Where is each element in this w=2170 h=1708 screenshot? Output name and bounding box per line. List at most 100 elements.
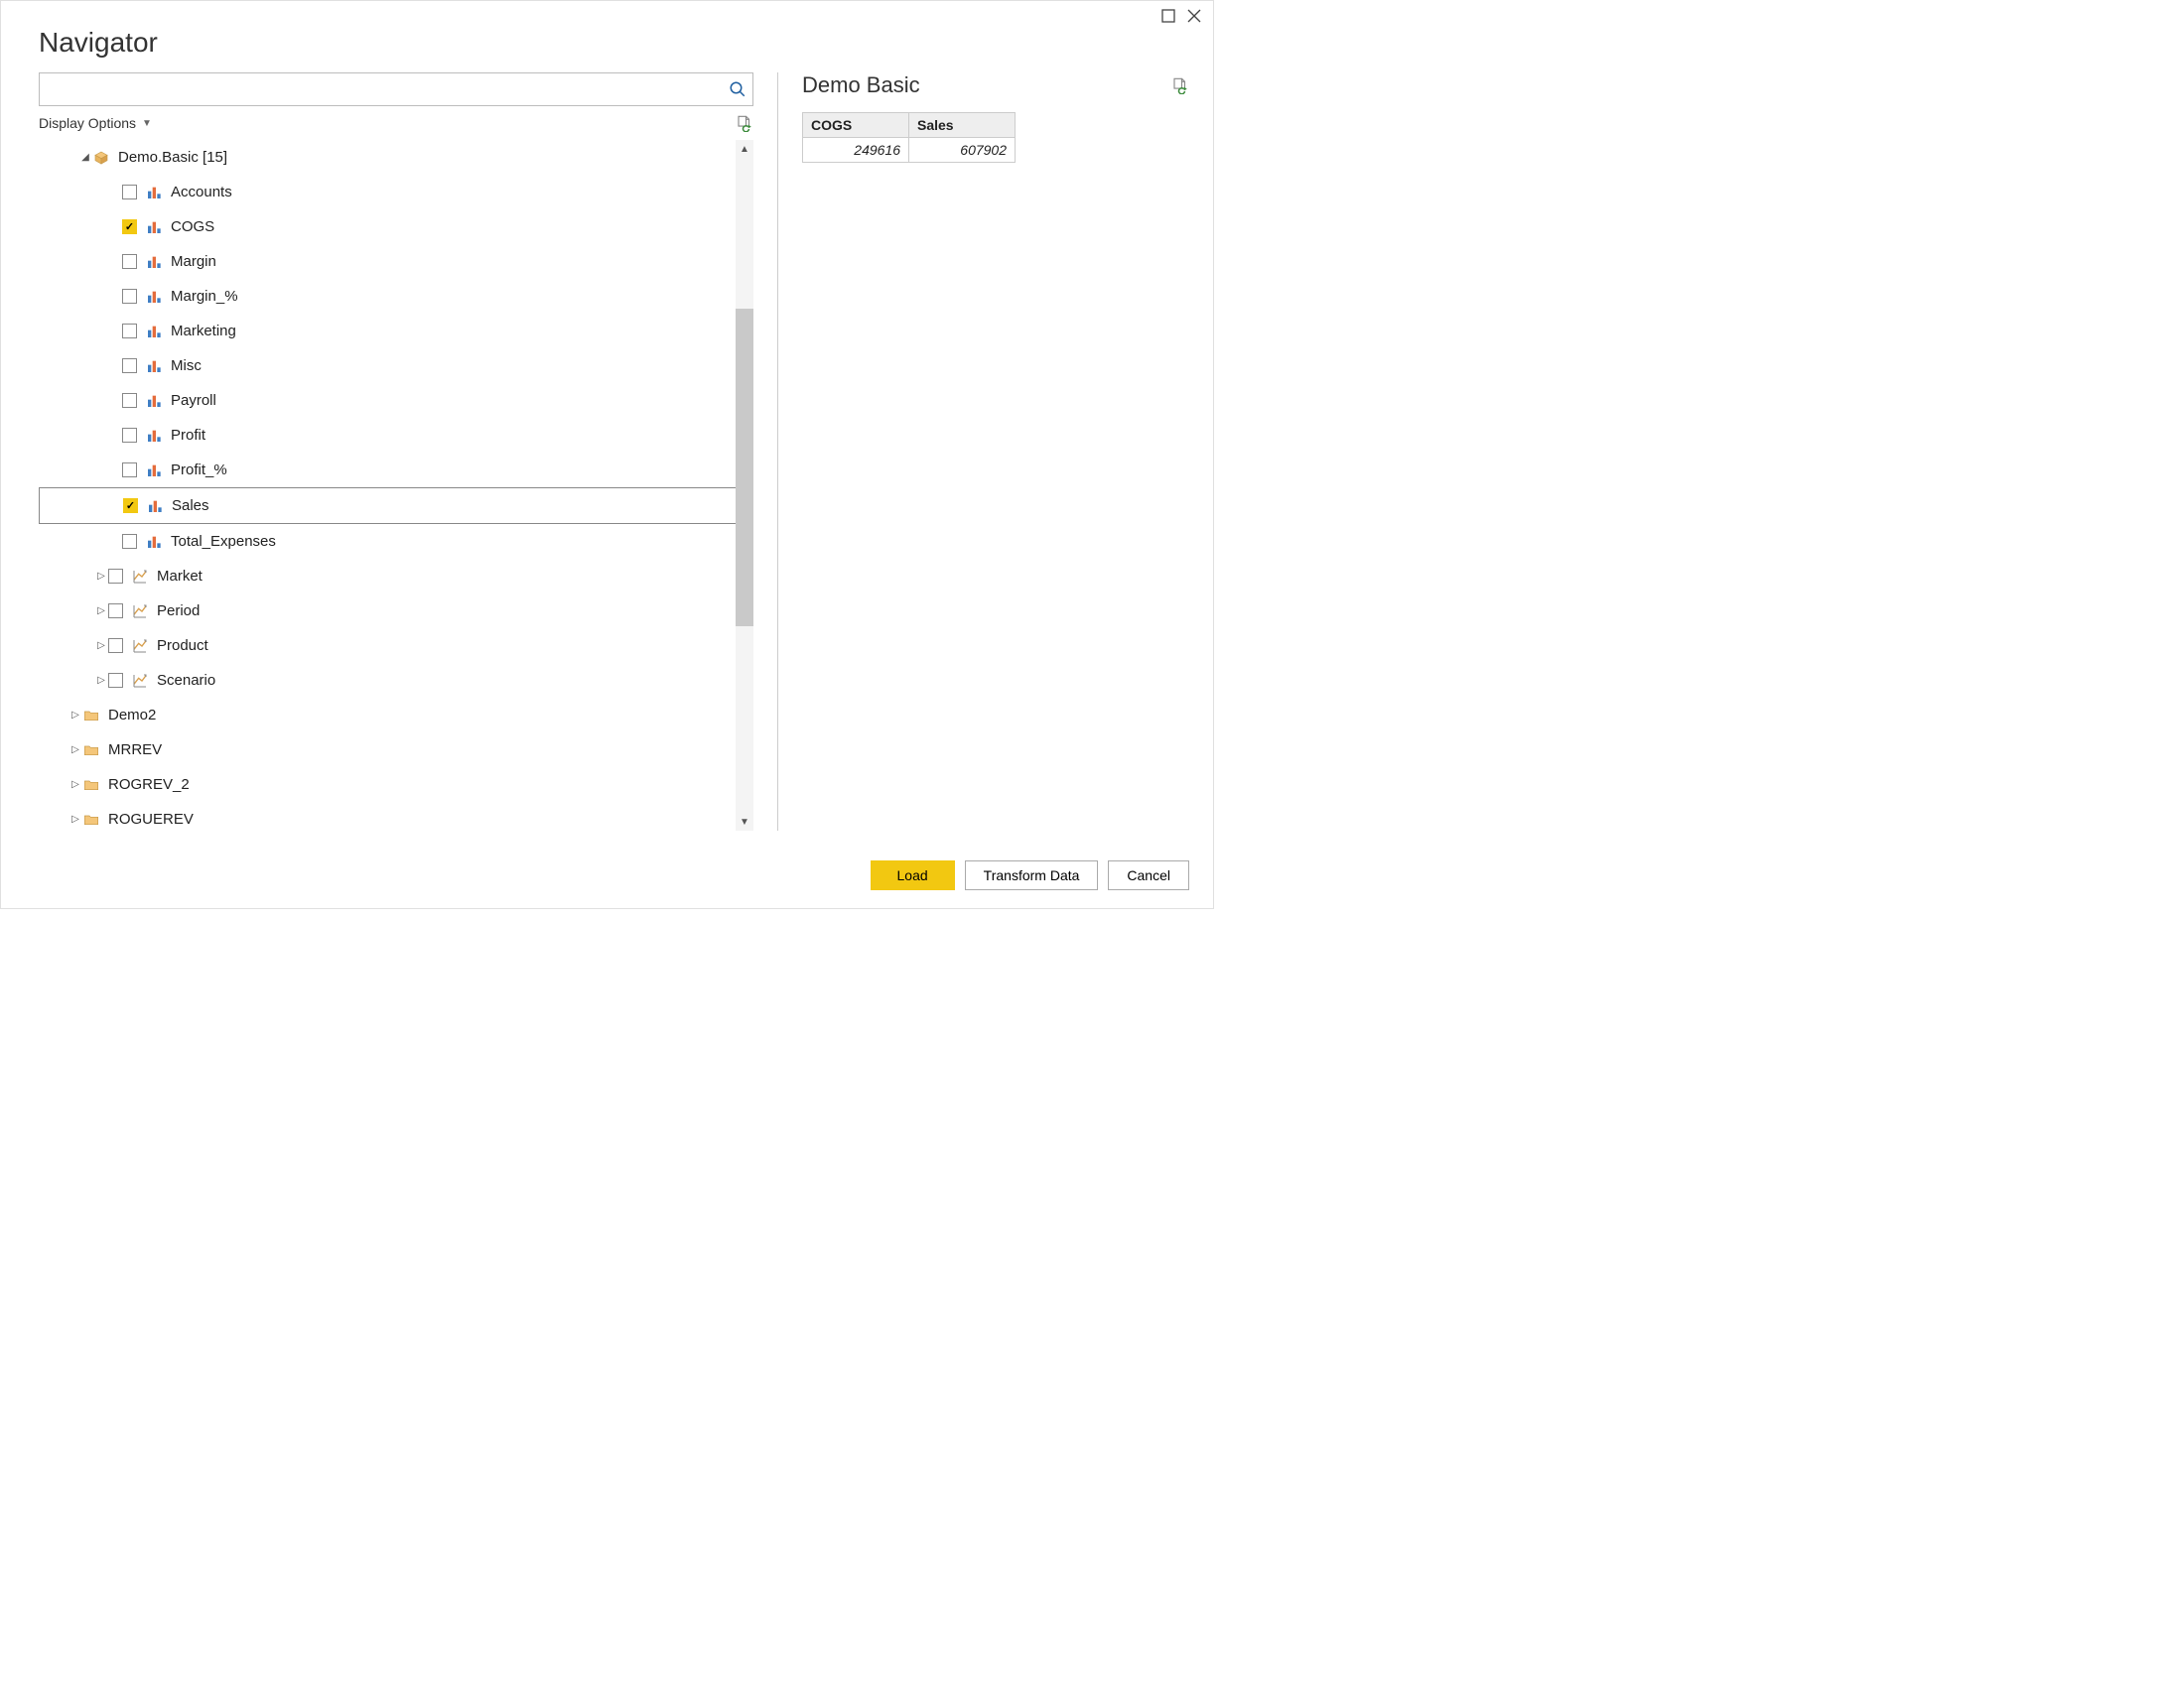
scrollbar[interactable]: ▲ ▼	[736, 140, 753, 831]
tree-item-label: Product	[157, 637, 208, 654]
bars-icon	[145, 462, 163, 478]
checkbox[interactable]	[122, 254, 137, 269]
checkbox[interactable]	[122, 324, 137, 338]
refresh-tree-button[interactable]	[736, 114, 753, 132]
bars-icon	[145, 219, 163, 235]
measure-marketing[interactable]: Marketing	[39, 314, 753, 348]
measure-total_expenses[interactable]: Total_Expenses	[39, 524, 753, 559]
expand-icon[interactable]: ▷	[94, 571, 108, 582]
tree-item-label: Market	[157, 568, 203, 585]
tree-item-label: Demo2	[108, 707, 156, 723]
bars-icon	[145, 358, 163, 374]
dialog-title: Navigator	[1, 27, 1213, 72]
close-button[interactable]	[1181, 5, 1207, 27]
expand-icon[interactable]: ▷	[94, 640, 108, 651]
footer: Load Transform Data Cancel	[1, 851, 1213, 908]
checkbox[interactable]	[108, 673, 123, 688]
search-box[interactable]	[39, 72, 753, 106]
search-icon[interactable]	[729, 80, 746, 98]
titlebar	[1, 1, 1213, 27]
bars-icon	[145, 289, 163, 305]
cell: 607902	[909, 138, 1016, 163]
bars-icon	[145, 254, 163, 270]
tree-item-label: Margin	[171, 253, 216, 270]
folder-icon	[82, 777, 100, 793]
column-header[interactable]: Sales	[909, 113, 1016, 138]
measure-accounts[interactable]: Accounts	[39, 175, 753, 209]
collapse-icon[interactable]: ◢	[78, 152, 92, 163]
chevron-down-icon: ▼	[142, 118, 152, 129]
dim-icon	[131, 603, 149, 619]
folder-icon	[82, 708, 100, 723]
measure-payroll[interactable]: Payroll	[39, 383, 753, 418]
maximize-icon	[1161, 9, 1175, 23]
dim-icon	[131, 673, 149, 689]
dimension-market[interactable]: ▷ Market	[39, 559, 753, 593]
display-options-label: Display Options	[39, 115, 136, 131]
tree-item-label: Total_Expenses	[171, 533, 276, 550]
folder-demo2[interactable]: ▷ Demo2	[39, 698, 753, 732]
tree-item-label: Demo.Basic [15]	[118, 149, 227, 166]
folder-rogrev_2[interactable]: ▷ ROGREV_2	[39, 767, 753, 802]
checkbox[interactable]	[108, 569, 123, 584]
transform-data-button[interactable]: Transform Data	[965, 860, 1099, 890]
expand-icon[interactable]: ▷	[94, 605, 108, 616]
scroll-thumb[interactable]	[736, 309, 753, 626]
checkbox[interactable]	[122, 219, 137, 234]
measure-sales[interactable]: Sales	[39, 487, 753, 524]
dimension-period[interactable]: ▷Period	[39, 593, 753, 628]
measure-profit_%[interactable]: Profit_%	[39, 453, 753, 487]
search-input[interactable]	[48, 80, 729, 98]
expand-icon[interactable]: ▷	[68, 710, 82, 721]
checkbox[interactable]	[122, 462, 137, 477]
tree-item-label: Payroll	[171, 392, 216, 409]
navigator-window: Navigator Display Options ▼ ◢ Demo.Basic …	[0, 0, 1214, 909]
tree-item-label: ROGUEREV	[108, 811, 194, 828]
tree-item-label: Profit	[171, 427, 205, 444]
dim-icon	[131, 638, 149, 654]
dimension-scenario[interactable]: ▷ Scenario	[39, 663, 753, 698]
measure-profit[interactable]: Profit	[39, 418, 753, 453]
column-header[interactable]: COGS	[803, 113, 909, 138]
tree-item-label: ROGREV_2	[108, 776, 190, 793]
preview-header: Demo Basic	[802, 72, 1189, 98]
display-options-dropdown[interactable]: Display Options ▼	[39, 115, 152, 131]
checkbox[interactable]	[108, 638, 123, 653]
maximize-button[interactable]	[1155, 5, 1181, 27]
tree-item-label: Marketing	[171, 323, 236, 339]
preview-refresh-button[interactable]	[1171, 76, 1189, 94]
expand-icon[interactable]: ▷	[68, 814, 82, 825]
checkbox[interactable]	[108, 603, 123, 618]
load-button[interactable]: Load	[871, 860, 955, 890]
folder-mrrev[interactable]: ▷ MRREV	[39, 732, 753, 767]
measure-margin[interactable]: Margin	[39, 244, 753, 279]
checkbox[interactable]	[122, 358, 137, 373]
folder-roguerev[interactable]: ▷ ROGUEREV	[39, 802, 753, 831]
scroll-up-button[interactable]: ▲	[736, 140, 753, 158]
cancel-button[interactable]: Cancel	[1108, 860, 1189, 890]
checkbox[interactable]	[122, 393, 137, 408]
bars-icon	[145, 393, 163, 409]
scroll-down-button[interactable]: ▼	[736, 813, 753, 831]
checkbox[interactable]	[122, 185, 137, 199]
bars-icon	[146, 498, 164, 514]
checkbox[interactable]	[123, 498, 138, 513]
tree-item-label: MRREV	[108, 741, 162, 758]
display-options-row: Display Options ▼	[39, 114, 753, 132]
bars-icon	[145, 534, 163, 550]
expand-icon[interactable]: ▷	[68, 779, 82, 790]
expand-icon[interactable]: ▷	[68, 744, 82, 755]
nav-tree[interactable]: ◢ Demo.Basic [15] AccountsCOGS Margin Margin…	[39, 140, 753, 831]
measure-margin_%[interactable]: Margin_%	[39, 279, 753, 314]
left-panel: Display Options ▼ ◢ Demo.Basic [15] Accoun…	[39, 72, 753, 831]
expand-icon[interactable]: ▷	[94, 675, 108, 686]
measure-misc[interactable]: Misc	[39, 348, 753, 383]
cube-node[interactable]: ◢ Demo.Basic [15]	[39, 140, 753, 175]
tree-item-label: Scenario	[157, 672, 215, 689]
measure-cogs[interactable]: COGS	[39, 209, 753, 244]
dimension-product[interactable]: ▷ Product	[39, 628, 753, 663]
checkbox[interactable]	[122, 534, 137, 549]
checkbox[interactable]	[122, 428, 137, 443]
checkbox[interactable]	[122, 289, 137, 304]
cell: 249616	[803, 138, 909, 163]
